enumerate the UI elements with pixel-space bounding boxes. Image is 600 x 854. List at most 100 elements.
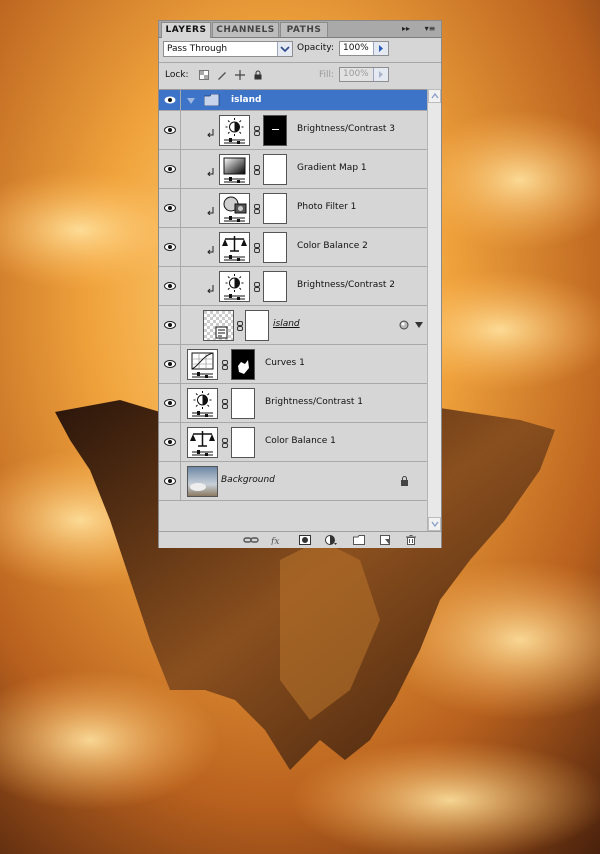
tab-layers[interactable]: LAYERS	[161, 22, 211, 38]
lock-position-icon[interactable]	[235, 70, 245, 80]
new-group-icon[interactable]	[353, 535, 365, 545]
layer-name[interactable]: Brightness/Contrast 2	[297, 280, 395, 290]
add-mask-icon[interactable]	[299, 535, 311, 545]
new-layer-icon[interactable]	[379, 535, 391, 545]
new-adjustment-layer-icon[interactable]	[325, 535, 337, 545]
visibility-toggle[interactable]	[159, 345, 181, 383]
lock-transparent-icon[interactable]	[199, 70, 209, 80]
layer-effects-icon[interactable]	[399, 320, 409, 330]
layer-row-curves-1[interactable]: Curves 1	[159, 345, 427, 384]
tab-paths[interactable]: PATHS	[280, 22, 328, 37]
opacity-field[interactable]: 100%	[339, 41, 389, 56]
layer-name[interactable]: Curves 1	[265, 358, 305, 368]
transparency-checker-icon	[204, 311, 233, 340]
visibility-toggle[interactable]	[159, 462, 181, 500]
chain-link-icon[interactable]	[237, 321, 243, 331]
layer-mask-thumbnail[interactable]	[263, 271, 287, 302]
layer-row-brightness-contrast-1[interactable]: Brightness/Contrast 1	[159, 384, 427, 423]
chain-link-icon[interactable]	[222, 399, 228, 409]
smart-object-thumbnail[interactable]	[203, 310, 234, 341]
adjustment-thumbnail[interactable]	[219, 193, 250, 224]
visibility-toggle[interactable]	[159, 150, 181, 188]
chain-link-icon[interactable]	[254, 282, 260, 292]
visibility-toggle[interactable]	[159, 384, 181, 422]
layer-mask-thumbnail[interactable]	[263, 154, 287, 185]
visibility-toggle[interactable]	[159, 189, 181, 227]
layer-mask-thumbnail[interactable]	[263, 193, 287, 224]
chevron-right-icon[interactable]	[373, 68, 388, 81]
layers-scrollbar[interactable]	[427, 89, 441, 531]
visibility-toggle[interactable]	[159, 90, 181, 110]
layer-name[interactable]: Brightness/Contrast 3	[297, 124, 395, 134]
chain-link-icon[interactable]	[254, 243, 260, 253]
fill-value: 100%	[343, 69, 369, 79]
tab-channels[interactable]: CHANNELS	[212, 22, 279, 37]
layer-row-island-smart-object[interactable]: island	[159, 306, 427, 345]
chain-link-icon[interactable]	[222, 360, 228, 370]
adjustment-thumbnail[interactable]	[219, 271, 250, 302]
layer-name[interactable]: Photo Filter 1	[297, 202, 356, 212]
layer-row-color-balance-2[interactable]: Color Balance 2	[159, 228, 427, 267]
layer-row-color-balance-1[interactable]: Color Balance 1	[159, 423, 427, 462]
adjustment-thumbnail[interactable]	[187, 427, 218, 458]
layer-name[interactable]: Gradient Map 1	[297, 163, 367, 173]
layer-row-gradient-map-1[interactable]: Gradient Map 1	[159, 150, 427, 189]
expand-triangle-icon[interactable]	[187, 97, 195, 105]
layer-name[interactable]: Color Balance 2	[297, 241, 368, 251]
link-layers-icon[interactable]	[243, 535, 259, 545]
chevron-right-icon[interactable]	[373, 42, 388, 55]
layer-name[interactable]: Background	[221, 475, 275, 485]
layer-name[interactable]: island	[273, 319, 300, 329]
lock-all-icon[interactable]	[253, 70, 263, 80]
adjustment-thumbnail[interactable]	[219, 154, 250, 185]
layer-mask-thumbnail[interactable]	[263, 115, 287, 146]
brightness-contrast-icon	[224, 274, 245, 300]
adjustment-thumbnail[interactable]	[187, 388, 218, 419]
layer-mask-thumbnail[interactable]	[263, 232, 287, 263]
background-image-thumbnail[interactable]	[187, 466, 218, 497]
chain-link-icon[interactable]	[254, 165, 260, 175]
eye-icon	[164, 321, 176, 329]
opacity-label: Opacity:	[297, 43, 334, 53]
clip-arrow-icon	[207, 168, 214, 176]
layer-row-brightness-contrast-3[interactable]: Brightness/Contrast 3	[159, 111, 427, 150]
layer-row-group-island[interactable]: island	[159, 90, 427, 111]
layer-mask-thumbnail[interactable]	[231, 427, 255, 458]
layer-name[interactable]: Color Balance 1	[265, 436, 336, 446]
visibility-toggle[interactable]	[159, 306, 181, 344]
panel-menu-icon[interactable]: ▾≡	[421, 22, 439, 35]
layer-name[interactable]: Brightness/Contrast 1	[265, 397, 363, 407]
collapse-icon[interactable]: ▸▸	[399, 22, 413, 35]
layer-mask-thumbnail[interactable]	[245, 310, 269, 341]
trash-icon[interactable]	[405, 535, 417, 545]
scroll-down-button[interactable]	[428, 517, 441, 531]
adjustment-thumbnail[interactable]	[219, 232, 250, 263]
fill-field[interactable]: 100%	[339, 67, 389, 82]
adjustment-thumbnail[interactable]	[187, 349, 218, 380]
layers-list: island Brightness/Contrast 3 Gradient Ma…	[159, 89, 427, 532]
eye-icon	[164, 165, 176, 173]
chain-link-icon[interactable]	[254, 126, 260, 136]
visibility-toggle[interactable]	[159, 111, 181, 149]
layer-row-brightness-contrast-2[interactable]: Brightness/Contrast 2	[159, 267, 427, 306]
visibility-toggle[interactable]	[159, 423, 181, 461]
fx-icon[interactable]: fx	[271, 535, 285, 545]
layer-mask-thumbnail[interactable]	[231, 349, 255, 380]
curves-icon	[191, 352, 214, 378]
layer-row-photo-filter-1[interactable]: Photo Filter 1	[159, 189, 427, 228]
chain-link-icon[interactable]	[222, 438, 228, 448]
eye-icon	[164, 243, 176, 251]
opacity-value: 100%	[343, 43, 369, 53]
layer-mask-thumbnail[interactable]	[231, 388, 255, 419]
svg-text:fx: fx	[271, 537, 279, 545]
blend-mode-select[interactable]: Pass Through	[163, 41, 293, 57]
layer-row-background[interactable]: Background	[159, 462, 427, 501]
adjustment-thumbnail[interactable]	[219, 115, 250, 146]
chevron-down-icon[interactable]	[415, 322, 423, 328]
visibility-toggle[interactable]	[159, 228, 181, 266]
layer-name[interactable]: island	[231, 95, 261, 105]
visibility-toggle[interactable]	[159, 267, 181, 305]
scroll-up-button[interactable]	[428, 89, 441, 103]
lock-pixels-icon[interactable]	[217, 70, 227, 80]
chain-link-icon[interactable]	[254, 204, 260, 214]
